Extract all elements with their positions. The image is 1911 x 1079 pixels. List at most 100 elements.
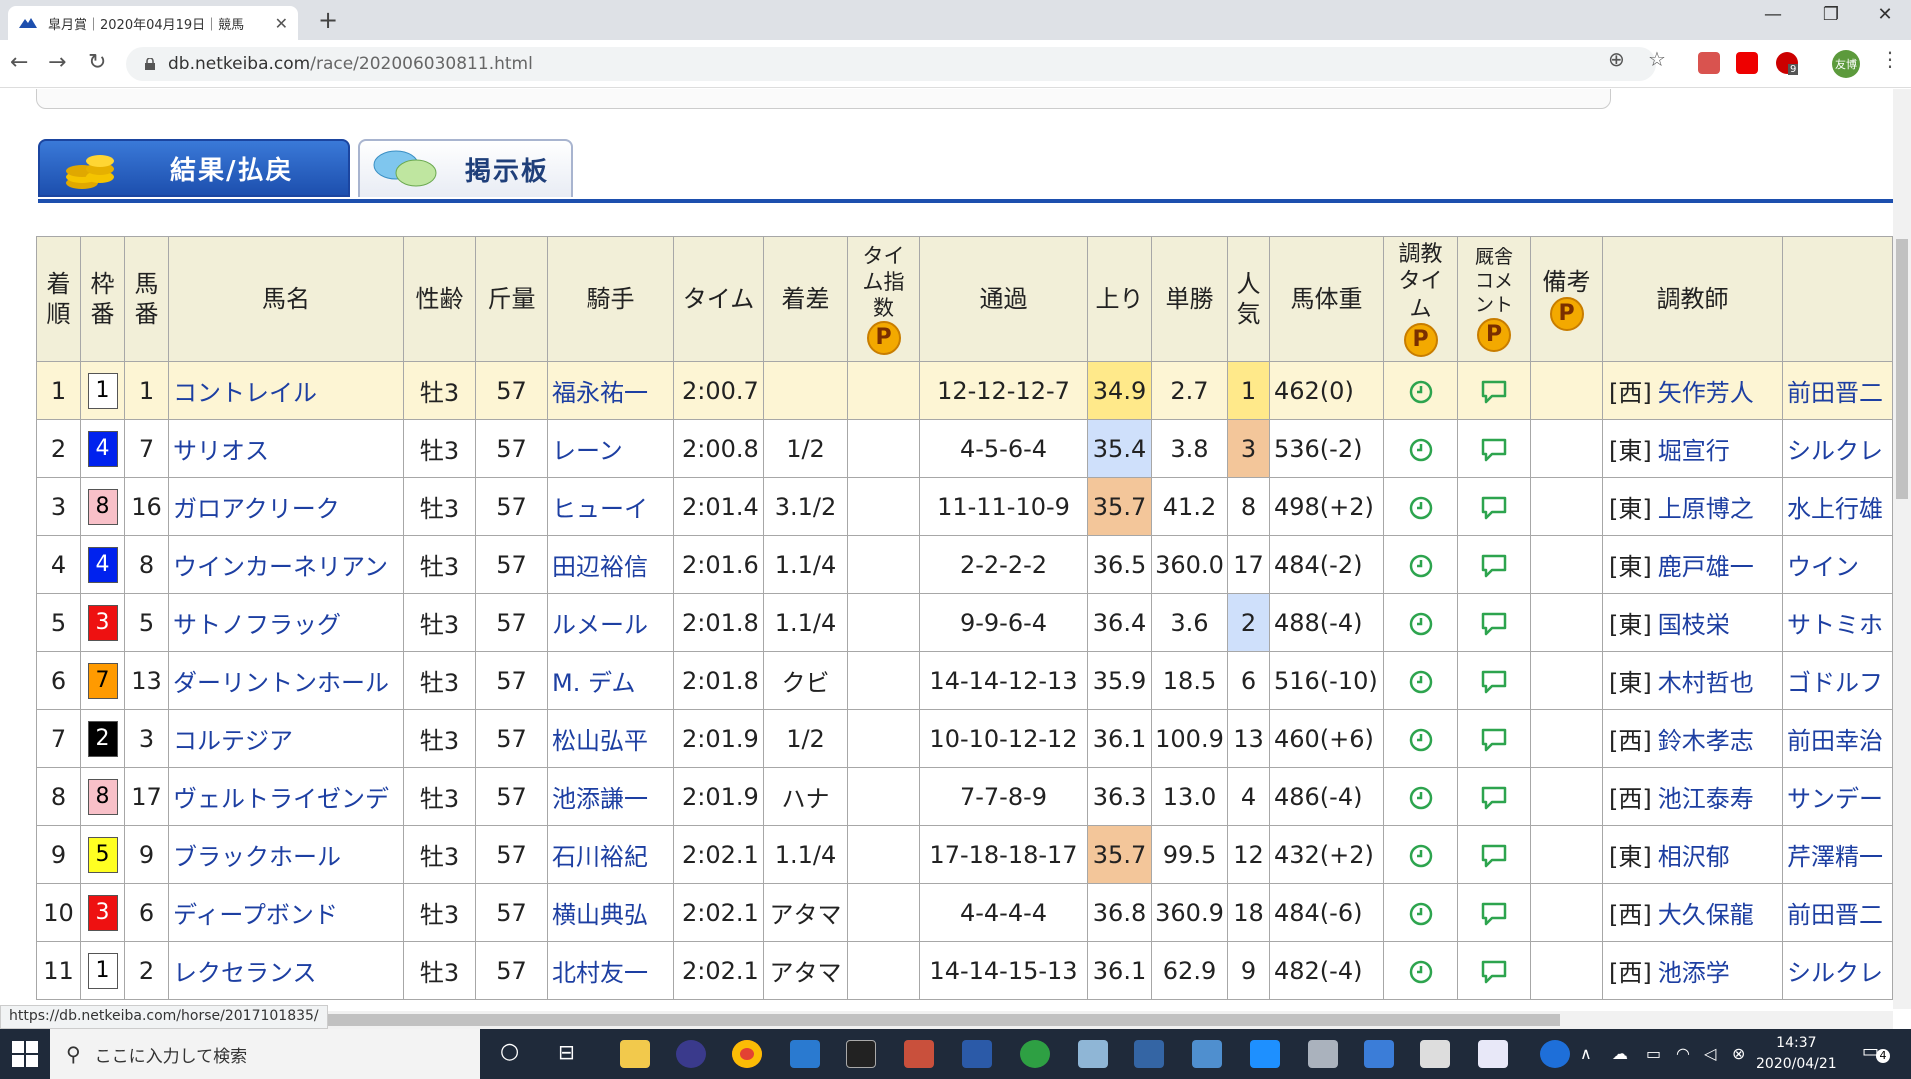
cast-extension-icon[interactable]	[1698, 52, 1720, 74]
owner-link[interactable]: シルクレ	[1782, 941, 1893, 1000]
bookmark-star-icon[interactable]: ☆	[1648, 47, 1666, 71]
header-weight[interactable]: 斤量	[475, 236, 548, 362]
jockey-link[interactable]: M. デム	[547, 651, 674, 710]
owner-link[interactable]: 芹澤精一	[1782, 825, 1893, 884]
jockey-link[interactable]: 北村友一	[547, 941, 674, 1000]
header-jockey[interactable]: 騎手	[547, 236, 674, 362]
horse-name-link[interactable]: ディープボンド	[168, 883, 404, 942]
tab-results[interactable]: 結果/払戻	[38, 139, 350, 197]
notification-center-icon[interactable]: ▭ 4	[1862, 1041, 1890, 1065]
horse-name-link[interactable]: サリオス	[168, 419, 404, 478]
header-time[interactable]: タイム	[673, 236, 764, 362]
jockey-link[interactable]: ルメール	[547, 593, 674, 652]
header-remarks[interactable]: 備考 P	[1530, 236, 1603, 362]
header-last3f[interactable]: 上り	[1087, 236, 1152, 362]
header-num[interactable]: 馬番	[124, 236, 169, 362]
header-training-time[interactable]: 調教タイム P	[1383, 236, 1458, 362]
clock-icon[interactable]	[1408, 783, 1434, 811]
battery-icon[interactable]: ▭	[1646, 1044, 1661, 1063]
clock-icon[interactable]	[1408, 609, 1434, 637]
address-bar[interactable]: db.netkeiba.com/race/202006030811.html	[126, 47, 1656, 81]
comment-icon[interactable]	[1480, 493, 1508, 521]
minimize-button[interactable]: —	[1750, 4, 1796, 25]
tools-app-icon[interactable]	[1308, 1040, 1338, 1068]
remote-desktop-icon[interactable]	[1192, 1040, 1222, 1068]
header-rank[interactable]: 着順	[36, 236, 81, 362]
header-trainer[interactable]: 調教師	[1602, 236, 1783, 362]
notes-app-icon[interactable]	[1078, 1040, 1108, 1068]
tray-expand-icon[interactable]: ∧	[1580, 1044, 1592, 1063]
clock-icon[interactable]	[1408, 435, 1434, 463]
youtube-extension-icon[interactable]	[1736, 52, 1758, 74]
comment-icon[interactable]	[1480, 957, 1508, 985]
jockey-link[interactable]: レーン	[547, 419, 674, 478]
reload-button[interactable]: ↻	[88, 50, 106, 75]
jockey-link[interactable]: 石川裕紀	[547, 825, 674, 884]
profile-avatar[interactable]: 友博	[1832, 50, 1860, 78]
header-passing[interactable]: 通過	[919, 236, 1088, 362]
horse-name-link[interactable]: ヴェルトライゼンデ	[168, 767, 404, 826]
horse-name-link[interactable]: コントレイル	[168, 361, 404, 420]
jockey-link[interactable]: 横山典弘	[547, 883, 674, 942]
trainer-link[interactable]: 池添学	[1658, 959, 1730, 987]
document-app-icon[interactable]	[1478, 1040, 1508, 1068]
owner-link[interactable]: 前田晋二	[1782, 361, 1893, 420]
horse-name-link[interactable]: レクセランス	[168, 941, 404, 1000]
comment-icon[interactable]	[1480, 435, 1508, 463]
browser-tab[interactable]: 皐月賞｜2020年04月19日｜競馬 ✕	[8, 6, 298, 40]
wifi-icon[interactable]: ◠	[1676, 1044, 1690, 1063]
sync-app-icon[interactable]	[1020, 1040, 1050, 1068]
windows-start-icon[interactable]	[12, 1041, 38, 1067]
owner-link[interactable]: 水上行雄	[1782, 477, 1893, 536]
comment-icon[interactable]	[1480, 725, 1508, 753]
clock-icon[interactable]	[1408, 725, 1434, 753]
owner-link[interactable]: 前田幸治	[1782, 709, 1893, 768]
clock-icon[interactable]	[1408, 957, 1434, 985]
vscode-icon[interactable]	[790, 1040, 820, 1068]
owner-link[interactable]: シルクレ	[1782, 419, 1893, 478]
trainer-link[interactable]: 木村哲也	[1658, 669, 1754, 697]
clock-icon[interactable]	[1408, 551, 1434, 579]
bolt-app-icon[interactable]	[1250, 1040, 1280, 1068]
vertical-scroll-thumb[interactable]	[1896, 239, 1908, 499]
taskbar-search[interactable]: ⚲ ここに入力して検索	[50, 1029, 480, 1079]
trainer-link[interactable]: 池江泰寿	[1658, 785, 1754, 813]
header-owner[interactable]	[1782, 236, 1893, 362]
close-window-button[interactable]: ✕	[1862, 4, 1908, 25]
comment-icon[interactable]	[1480, 377, 1508, 405]
git-icon[interactable]	[904, 1040, 934, 1068]
comment-icon[interactable]	[1480, 841, 1508, 869]
header-time-index[interactable]: タイム指数 P	[847, 236, 920, 362]
comment-icon[interactable]	[1480, 609, 1508, 637]
owner-link[interactable]: サンデー	[1782, 767, 1893, 826]
volume-icon[interactable]: ◁	[1704, 1044, 1716, 1063]
owner-link[interactable]: ゴドルフ	[1782, 651, 1893, 710]
horse-name-link[interactable]: ガロアクリーク	[168, 477, 404, 536]
back-button[interactable]: ←	[10, 50, 28, 75]
comment-icon[interactable]	[1480, 899, 1508, 927]
jockey-link[interactable]: 福永祐一	[547, 361, 674, 420]
zoom-icon[interactable]: ⊕	[1608, 47, 1625, 71]
owner-link[interactable]: 前田晋二	[1782, 883, 1893, 942]
horse-name-link[interactable]: サトノフラッグ	[168, 593, 404, 652]
tab-close-icon[interactable]: ✕	[275, 14, 288, 33]
horse-name-link[interactable]: ブラックホール	[168, 825, 404, 884]
trainer-link[interactable]: 相沢郁	[1658, 843, 1730, 871]
tray-app-icon[interactable]: ☁	[1612, 1044, 1628, 1063]
new-tab-button[interactable]: +	[318, 6, 338, 34]
jockey-link[interactable]: 池添謙一	[547, 767, 674, 826]
header-name[interactable]: 馬名	[168, 236, 404, 362]
clock-icon[interactable]	[1408, 667, 1434, 695]
trainer-link[interactable]: 大久保龍	[1658, 901, 1754, 929]
header-margin[interactable]: 着差	[763, 236, 848, 362]
photos-app-icon[interactable]	[1364, 1040, 1394, 1068]
ime-icon[interactable]: ⊗	[1732, 1044, 1745, 1063]
tab-board[interactable]: 掲示板	[358, 139, 573, 197]
horse-name-link[interactable]: ダーリントンホール	[168, 651, 404, 710]
trainer-link[interactable]: 鈴木孝志	[1658, 727, 1754, 755]
eclipse-icon[interactable]	[676, 1040, 706, 1068]
header-frame[interactable]: 枠番	[80, 236, 125, 362]
terminal-icon[interactable]	[846, 1040, 876, 1068]
header-sexage[interactable]: 性齢	[403, 236, 476, 362]
clock-icon[interactable]	[1408, 377, 1434, 405]
